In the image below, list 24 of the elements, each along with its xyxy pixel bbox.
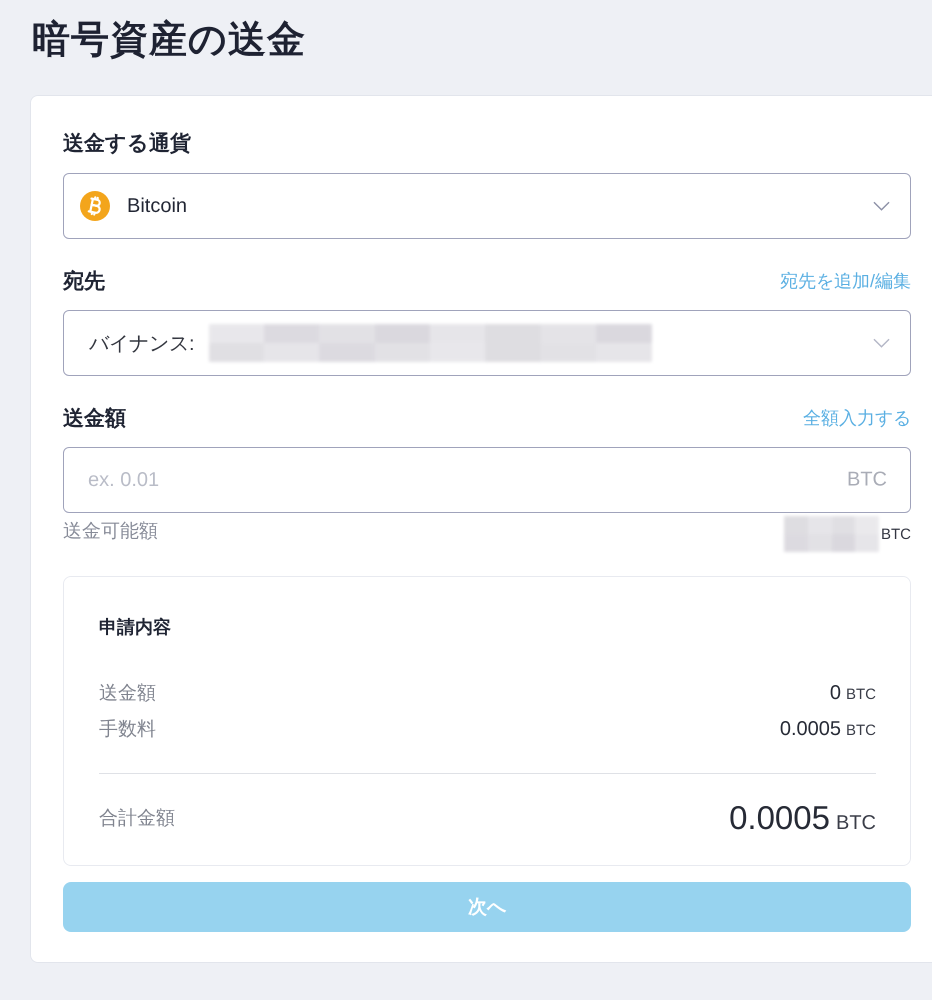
unit-label: BTC	[846, 686, 876, 702]
total-label: 合計金額	[99, 807, 175, 831]
chevron-down-icon	[873, 201, 890, 211]
unit-label: BTC	[836, 812, 876, 835]
unit-label: BTC	[881, 526, 911, 542]
field-label: 宛先	[63, 268, 105, 295]
enter-full-amount-link[interactable]: 全額入力する	[803, 406, 911, 430]
summary-value: 0	[830, 682, 841, 704]
field-label: 送金する通貨	[63, 131, 191, 157]
page-title: 暗号資産の送金	[32, 18, 306, 63]
chevron-down-icon	[873, 338, 890, 348]
add-edit-destination-link[interactable]: 宛先を追加/編集	[780, 269, 911, 293]
bitcoin-coin-icon	[80, 191, 110, 221]
field-label: 送金額	[63, 406, 126, 432]
destination-select[interactable]: バイナンス:	[63, 310, 911, 376]
summary-label: 手数料	[99, 718, 156, 742]
currency-select[interactable]: Bitcoin	[63, 173, 911, 239]
summary-label: 送金額	[99, 682, 156, 706]
summary-value: 0.0005	[780, 718, 841, 740]
available-amount-label: 送金可能額	[63, 520, 158, 544]
summary-title: 申請内容	[99, 616, 171, 639]
total-value: 0.0005	[729, 799, 830, 837]
unit-label: BTC	[847, 468, 887, 492]
unit-label: BTC	[846, 722, 876, 738]
